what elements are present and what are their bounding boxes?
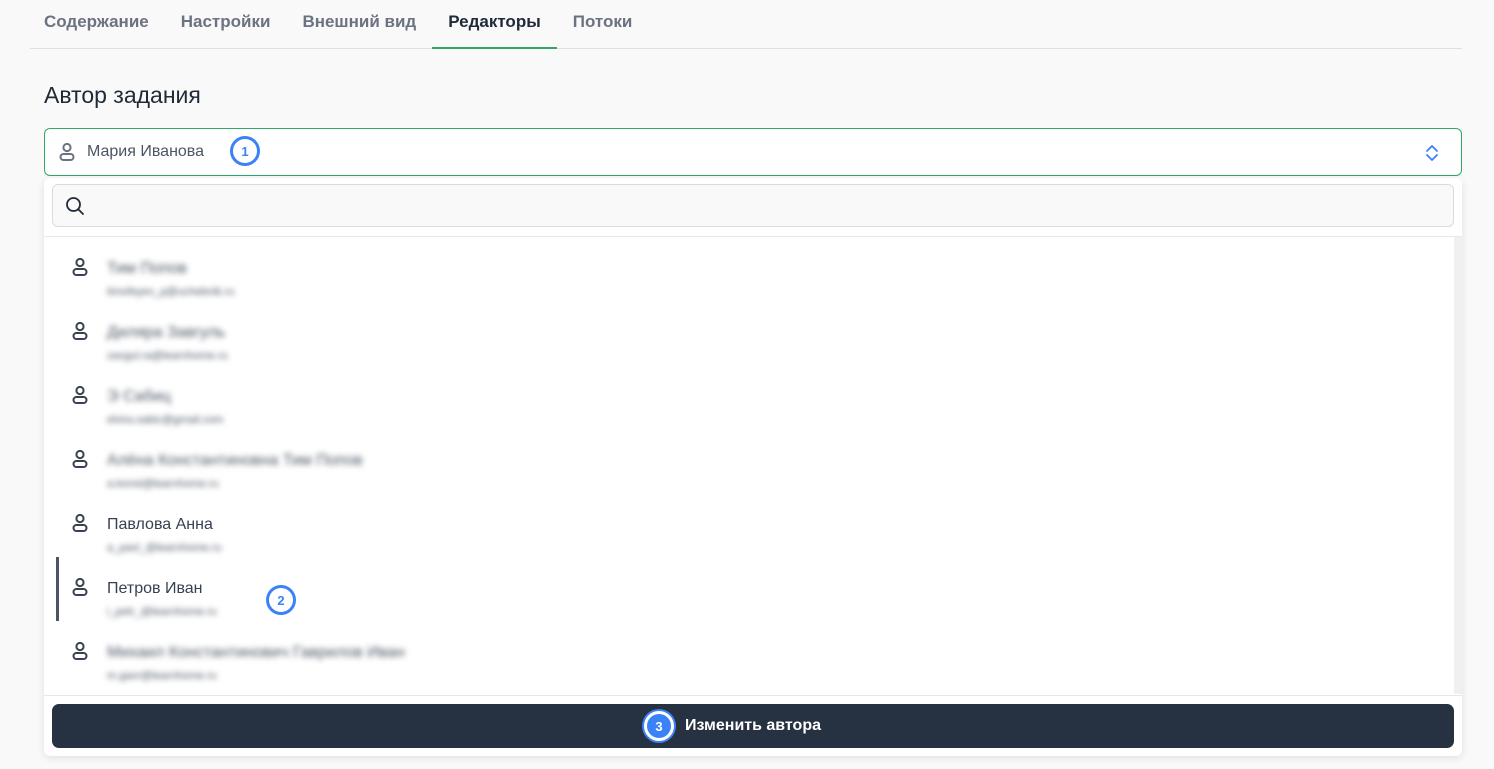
search-box[interactable] xyxy=(52,184,1454,227)
change-author-button[interactable]: Изменить автора xyxy=(52,704,1454,748)
annotation-badge-1: 1 xyxy=(230,136,260,166)
person-icon xyxy=(72,449,88,468)
list-item[interactable]: Э Сабиц elvira.sabic@gmail.com xyxy=(56,365,1446,429)
chevron-up-down-icon xyxy=(1426,145,1438,161)
person-icon xyxy=(72,321,88,340)
list-item[interactable]: Тим Попов timofeyev_p@uchebnik.ru xyxy=(56,237,1446,301)
divider xyxy=(44,695,1462,696)
person-icon xyxy=(59,142,75,161)
person-icon xyxy=(72,385,88,404)
user-email: a_pavl_@learnhome.ru xyxy=(107,542,222,554)
user-name: Михаил Константинович Гаврилов Иван xyxy=(107,644,405,661)
annotation-badge-2: 2 xyxy=(266,585,296,615)
user-email: elvira.sabic@gmail.com xyxy=(107,414,224,426)
person-icon xyxy=(72,577,88,596)
person-icon xyxy=(72,641,88,660)
user-name: Павлова Анна xyxy=(107,516,213,533)
user-email: zavgul.ra@learnhome.ru xyxy=(107,350,228,362)
annotation-badge-3: 3 xyxy=(644,711,674,741)
author-select-value: Мария Иванова xyxy=(87,143,205,160)
user-name: Тим Попов xyxy=(107,260,187,277)
author-dropdown: Тим Попов timofeyev_p@uchebnik.ru Диляра… xyxy=(44,178,1462,756)
person-icon xyxy=(72,257,88,276)
list-item-selected[interactable]: Петров Иван i_petr_@learnhome.ru xyxy=(56,557,1446,621)
search-icon xyxy=(66,196,84,215)
user-name: Диляра Завгуль xyxy=(107,324,226,341)
user-list: Тим Попов timofeyev_p@uchebnik.ru Диляра… xyxy=(44,237,1454,694)
user-name: Э Сабиц xyxy=(107,388,171,405)
list-item[interactable]: Алёна Константиновна Тим Попов a.konst@l… xyxy=(56,429,1446,493)
user-email: timofeyev_p@uchebnik.ru xyxy=(107,286,235,298)
change-author-button-label: Изменить автора xyxy=(685,717,821,734)
list-item[interactable]: Павлова Анна a_pavl_@learnhome.ru xyxy=(56,493,1446,557)
page: Содержание Настройки Внешний вид Редакто… xyxy=(0,0,1494,769)
list-item[interactable]: Диляра Завгуль zavgul.ra@learnhome.ru xyxy=(56,301,1446,365)
user-name: Алёна Константиновна Тим Попов xyxy=(107,452,363,469)
section-title: Автор задания xyxy=(44,82,201,108)
user-email: i_petr_@learnhome.ru xyxy=(107,606,217,618)
tab-bar: Содержание Настройки Внешний вид Редакто… xyxy=(30,0,1462,49)
user-name: Петров Иван xyxy=(107,580,203,597)
user-email: a.konst@learnhome.ru xyxy=(107,478,219,490)
user-email: m.gavr@learnhome.ru xyxy=(107,670,217,682)
person-icon xyxy=(72,513,88,532)
list-scrollbar[interactable] xyxy=(1454,237,1462,694)
tab-appearance[interactable]: Внешний вид xyxy=(286,0,432,48)
tab-content[interactable]: Содержание xyxy=(30,0,165,48)
list-item[interactable]: Михаил Константинович Гаврилов Иван m.ga… xyxy=(56,621,1446,685)
tab-settings[interactable]: Настройки xyxy=(165,0,287,48)
search-input[interactable] xyxy=(93,184,1453,227)
tab-streams[interactable]: Потоки xyxy=(557,0,649,48)
tab-editors[interactable]: Редакторы xyxy=(432,0,557,49)
